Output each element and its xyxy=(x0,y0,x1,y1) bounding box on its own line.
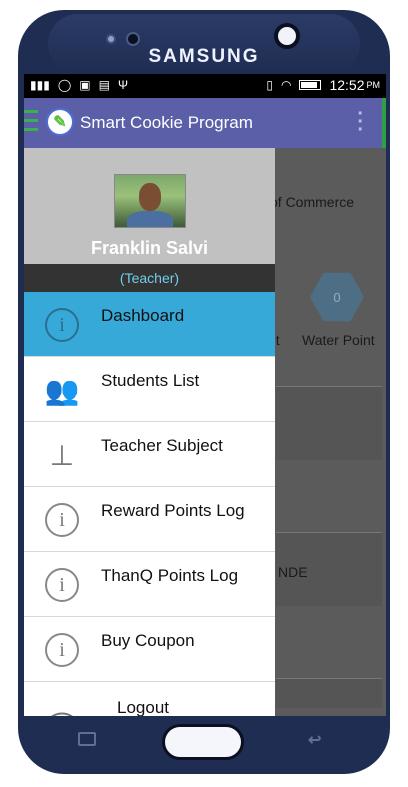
water-point-label: Water Point xyxy=(302,332,375,348)
drawer-menu: i Dashboard 👥 Students List ⊥ Teacher Su… xyxy=(24,292,275,716)
logout-icon: ⌒ xyxy=(45,708,79,716)
whatsapp-icon: ◯ xyxy=(57,78,72,92)
app-logo-icon: ✎ xyxy=(46,108,74,136)
screen: ▮▮▮ ◯ ▣ ▤ Ψ ▯ ◠ 12:52 PM ✎ Smart Cookie … xyxy=(24,74,386,716)
info-icon: i xyxy=(45,308,79,342)
info-icon: i xyxy=(45,568,79,602)
app-title: Smart Cookie Program xyxy=(80,113,253,132)
back-key-icon[interactable]: ↩ xyxy=(308,730,321,750)
info-icon: i xyxy=(45,633,79,667)
profile-role: (Teacher) xyxy=(119,270,180,286)
device-brand: SAMSUNG xyxy=(148,46,260,67)
water-point-value: 0 xyxy=(333,289,341,305)
sensor-icon xyxy=(106,34,116,44)
message-icon: ▤ xyxy=(98,78,110,92)
profile-name: Franklin Salvi xyxy=(90,238,209,258)
status-time: 12:52 xyxy=(329,77,365,93)
sim-icon: ▣ xyxy=(79,78,91,92)
speaker-icon xyxy=(126,32,140,46)
signal-icon: ▮▮▮ xyxy=(30,78,50,92)
avatar xyxy=(114,174,186,228)
navigation-drawer: Franklin Salvi (Teacher) i Dashboard 👥 S… xyxy=(24,148,275,716)
menu-item-label: Buy Coupon xyxy=(101,631,195,650)
profile-header: Franklin Salvi xyxy=(24,148,275,264)
wifi-icon: ◠ xyxy=(280,78,292,92)
menu-item-teacher-subject[interactable]: ⊥ Teacher Subject xyxy=(24,422,275,487)
usb-icon: Ψ xyxy=(117,78,128,92)
app-bar: ✎ Smart Cookie Program · · · xyxy=(24,98,386,148)
battery-icon xyxy=(299,80,322,90)
vibrate-icon: ▯ xyxy=(266,78,273,92)
background-card xyxy=(276,678,382,708)
menu-item-buy-coupon[interactable]: i Buy Coupon xyxy=(24,617,275,682)
menu-item-label: Dashboard xyxy=(101,306,185,325)
recent-apps-key[interactable] xyxy=(78,732,96,746)
commerce-text: of Commerce xyxy=(270,194,355,210)
menu-item-label: ThanQ Points Log xyxy=(101,566,239,585)
menu-item-students-list[interactable]: 👥 Students List xyxy=(24,357,275,422)
info-icon: i xyxy=(45,503,79,537)
background-card xyxy=(276,386,382,460)
more-vert-icon[interactable]: · · · xyxy=(357,104,364,140)
menu-item-label: Students List xyxy=(101,371,200,390)
menu-item-thanq-points-log[interactable]: i ThanQ Points Log xyxy=(24,552,275,617)
menu-item-label: Logout xyxy=(117,698,169,716)
drawer-toggle-icon[interactable] xyxy=(24,110,38,137)
menu-item-dashboard[interactable]: i Dashboard xyxy=(24,292,275,357)
menu-item-logout[interactable]: ⌒ Logout xyxy=(24,682,275,716)
status-ampm: PM xyxy=(366,80,381,90)
role-bar: (Teacher) xyxy=(24,264,275,292)
water-point-hexagon: 0 xyxy=(310,272,364,322)
nde-text: NDE xyxy=(278,564,308,580)
home-button[interactable] xyxy=(162,724,244,760)
menu-item-reward-points-log[interactable]: i Reward Points Log xyxy=(24,487,275,552)
group-icon: 👥 xyxy=(44,373,80,407)
joystick-icon: ⊥ xyxy=(49,438,75,472)
status-bar: ▮▮▮ ◯ ▣ ▤ Ψ ▯ ◠ 12:52 PM xyxy=(24,74,386,98)
menu-item-label: Reward Points Log xyxy=(101,501,245,520)
menu-item-label: Teacher Subject xyxy=(101,436,223,455)
